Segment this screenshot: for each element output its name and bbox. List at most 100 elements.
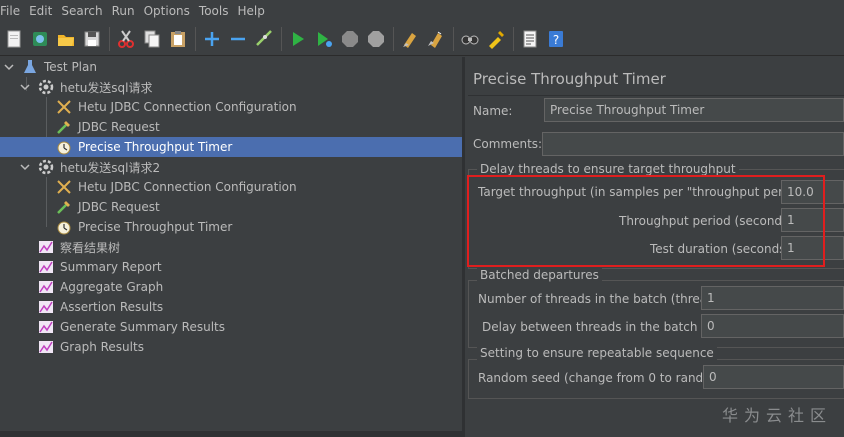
toolbar: ? — [0, 22, 844, 56]
random-seed-field[interactable]: 0 — [703, 365, 844, 389]
comments-label: Comments: — [473, 137, 543, 151]
clear-icon[interactable] — [399, 28, 421, 50]
save-icon[interactable] — [81, 28, 103, 50]
tree-item-label: Precise Throughput Timer — [78, 220, 233, 234]
timer-config-panel: Precise Throughput Timer Name: Precise T… — [465, 57, 844, 437]
tree-item-label: Test Plan — [44, 60, 97, 74]
test-plan-tree: Test Plan hetu发送sql请求 Hetu JDBC Connecti… — [0, 57, 462, 437]
start-icon[interactable] — [287, 28, 309, 50]
tree-item-label: Summary Report — [60, 260, 162, 274]
paste-icon[interactable] — [167, 28, 189, 50]
gear-icon — [38, 79, 54, 95]
batch-threads-field[interactable]: 1 — [701, 286, 844, 310]
tree-item-label: Hetu JDBC Connection Configuration — [78, 180, 297, 194]
toolbar-divider — [281, 26, 282, 51]
graph-icon — [38, 239, 54, 255]
tree-item-thread-group-1[interactable]: hetu发送sql请求 — [0, 77, 462, 97]
page-title: Precise Throughput Timer — [473, 70, 666, 88]
toolbar-divider — [513, 26, 514, 51]
menu-file[interactable]: File — [0, 4, 20, 18]
graph-icon — [38, 279, 54, 295]
menu-help[interactable]: Help — [237, 4, 264, 18]
gear-icon — [38, 159, 54, 175]
toolbar-divider — [453, 26, 454, 51]
tree-item-jdbc-request[interactable]: JDBC Request — [0, 197, 462, 217]
tree-item-jdbc-request[interactable]: JDBC Request — [0, 117, 462, 137]
comments-field[interactable] — [542, 132, 844, 156]
stop-icon[interactable] — [339, 28, 361, 50]
tree-item-label: hetu发送sql请求 — [60, 80, 153, 95]
timer-icon — [56, 139, 72, 155]
cut-icon[interactable] — [115, 28, 137, 50]
toolbar-divider — [109, 26, 110, 51]
tree-item-generate-summary[interactable]: Generate Summary Results — [0, 317, 462, 337]
tree-item-test-plan[interactable]: Test Plan — [0, 57, 462, 77]
start-no-pause-icon[interactable] — [313, 28, 335, 50]
tree-item-label: hetu发送sql请求2 — [60, 160, 161, 175]
menu-edit[interactable]: Edit — [29, 4, 52, 18]
horizontal-scrollbar[interactable] — [0, 431, 462, 437]
chevron-down-icon[interactable] — [20, 162, 30, 172]
templates-icon[interactable] — [29, 28, 51, 50]
chevron-down-icon[interactable] — [4, 62, 14, 72]
toolbar-divider — [393, 26, 394, 51]
tree-item-label: Hetu JDBC Connection Configuration — [78, 100, 297, 114]
tree-item-precise-timer-selected[interactable]: Precise Throughput Timer — [0, 137, 462, 157]
tree-item-label: Generate Summary Results — [60, 320, 225, 334]
collapse-icon[interactable] — [227, 28, 249, 50]
tree-item-label: Aggregate Graph — [60, 280, 164, 294]
new-icon[interactable] — [3, 28, 25, 50]
watermark-text: 华为云社区 — [721, 406, 832, 425]
batch-threads-label: Number of threads in the batch (threads)… — [478, 292, 730, 306]
annotation-highlight-box — [467, 175, 825, 267]
chevron-down-icon[interactable] — [20, 82, 30, 92]
tree-item-aggregate-graph[interactable]: Aggregate Graph — [0, 277, 462, 297]
clear-all-icon[interactable] — [425, 28, 447, 50]
tree-item-view-results-tree[interactable]: 察看结果树 — [0, 237, 462, 257]
menu-bar: File Edit Search Run Options Tools Help — [0, 0, 844, 22]
graph-icon — [38, 299, 54, 315]
expand-icon[interactable] — [201, 28, 223, 50]
batch-delay-label: Delay between threads in the batch (ms): — [482, 320, 733, 334]
batch-delay-field[interactable]: 0 — [701, 314, 844, 338]
search-icon[interactable] — [459, 28, 481, 50]
help-icon[interactable]: ? — [545, 28, 567, 50]
toggle-icon[interactable] — [253, 28, 275, 50]
menu-run[interactable]: Run — [112, 4, 135, 18]
toolbar-divider — [195, 26, 196, 51]
open-icon[interactable] — [55, 28, 77, 50]
tree-item-label: 察看结果树 — [60, 240, 121, 255]
tree-item-jdbc-config[interactable]: Hetu JDBC Connection Configuration — [0, 177, 462, 197]
divider — [468, 95, 844, 96]
wrench-icon — [56, 179, 72, 195]
tree-item-summary-report[interactable]: Summary Report — [0, 257, 462, 277]
menu-search[interactable]: Search — [61, 4, 102, 18]
reset-search-icon[interactable] — [485, 28, 507, 50]
copy-icon[interactable] — [141, 28, 163, 50]
tree-item-graph-results[interactable]: Graph Results — [0, 337, 462, 357]
tree-item-thread-group-2[interactable]: hetu发送sql请求2 — [0, 157, 462, 177]
tree-item-label: Graph Results — [60, 340, 144, 354]
name-label: Name: — [473, 104, 513, 118]
tree-item-assertion-results[interactable]: Assertion Results — [0, 297, 462, 317]
tree-item-precise-timer[interactable]: Precise Throughput Timer — [0, 217, 462, 237]
pipette-icon — [56, 119, 72, 135]
menu-tools[interactable]: Tools — [199, 4, 229, 18]
function-helper-icon[interactable] — [519, 28, 541, 50]
name-field[interactable]: Precise Throughput Timer — [544, 98, 844, 122]
tree-item-label: JDBC Request — [78, 200, 160, 214]
tree-item-label: Assertion Results — [60, 300, 164, 314]
tree-item-label: Precise Throughput Timer — [78, 140, 233, 154]
pipette-icon — [56, 199, 72, 215]
wrench-icon — [56, 99, 72, 115]
tree-item-jdbc-config[interactable]: Hetu JDBC Connection Configuration — [0, 97, 462, 117]
batch-group-title: Batched departures — [477, 268, 602, 282]
random-seed-label: Random seed (change from 0 to random): — [478, 371, 731, 385]
graph-icon — [38, 259, 54, 275]
tree-item-label: JDBC Request — [78, 120, 160, 134]
graph-icon — [38, 319, 54, 335]
seed-group-title: Setting to ensure repeatable sequence — [477, 346, 717, 360]
shutdown-icon[interactable] — [365, 28, 387, 50]
delay-group-title: Delay threads to ensure target throughpu… — [477, 162, 739, 176]
menu-options[interactable]: Options — [144, 4, 190, 18]
